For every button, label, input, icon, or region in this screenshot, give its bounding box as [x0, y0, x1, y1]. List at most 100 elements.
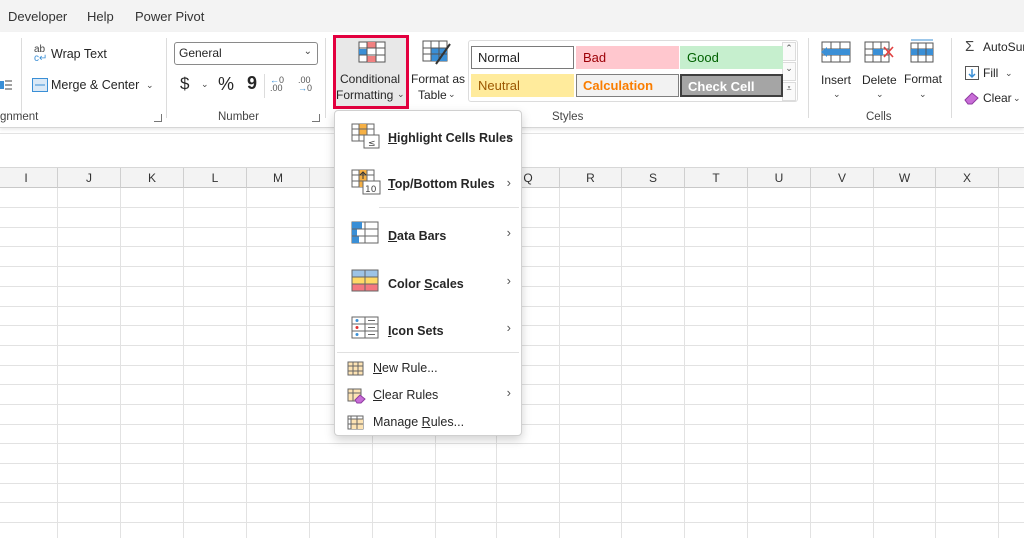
menu-separator [379, 207, 519, 208]
gridline-vertical [935, 188, 936, 538]
insert-cells-icon [821, 41, 851, 63]
gridline-horizontal [0, 502, 1024, 503]
gridline-horizontal [0, 483, 1024, 484]
menu-separator [337, 352, 519, 353]
separator [166, 38, 167, 118]
column-header-v[interactable]: V [811, 168, 874, 188]
gridline-vertical [998, 188, 999, 538]
menu-label: Manage Rules... [373, 415, 465, 429]
number-format-select[interactable]: General ⌄ [174, 42, 318, 65]
autosum-label: AutoSum [983, 40, 1024, 54]
gridline-vertical [309, 188, 310, 538]
menu-item-clear-rules[interactable]: Clear Rules › [335, 383, 521, 409]
clear-button[interactable]: Clear ⌄ [963, 89, 1024, 109]
chevron-right-icon: › [506, 385, 511, 400]
highlight-cells-rules-icon: ≤ [351, 123, 380, 149]
cell-style-good[interactable]: Good [680, 46, 783, 69]
menu-item-color-scales[interactable]: Color Scales › [335, 261, 521, 303]
clear-rules-icon [347, 388, 366, 404]
cell-style-check-cell[interactable]: Check Cell [680, 74, 783, 97]
format-as-table-label-2: Table [418, 88, 447, 102]
column-header-partial[interactable] [999, 168, 1024, 188]
dialog-launcher-icon[interactable] [154, 114, 162, 122]
chevron-down-icon: ⌄ [833, 89, 841, 99]
menu-item-new-rule[interactable]: New Rule... [335, 356, 521, 382]
tab-help[interactable]: Help [87, 9, 114, 24]
fill-button[interactable]: Fill ⌄ [963, 64, 1024, 84]
autosum-button[interactable]: Σ AutoSum [963, 38, 1024, 58]
group-label-number: Number [218, 111, 259, 123]
column-header-m[interactable]: M [247, 168, 310, 188]
delete-cells-icon [864, 41, 894, 63]
chevron-right-icon: › [506, 225, 511, 240]
format-as-table-label-1: Format as [411, 72, 466, 86]
wrap-text-icon: ab c↵ [34, 44, 48, 64]
menu-label: Data Bars [388, 229, 447, 243]
column-header-j[interactable]: J [58, 168, 121, 188]
column-header-r[interactable]: R [560, 168, 622, 188]
menu-item-top-bottom-rules[interactable]: 10 Top/Bottom Rules › [335, 163, 521, 203]
chevron-down-icon: ⌄ [919, 89, 927, 99]
merge-center-button[interactable]: Merge & Center ⌄ [32, 76, 156, 96]
wrap-text-button[interactable]: ab c↵ Wrap Text [32, 45, 112, 65]
format-button[interactable]: Format ⌄ [903, 38, 945, 104]
cell-style-normal[interactable]: Normal [471, 46, 574, 69]
column-header-u[interactable]: U [748, 168, 811, 188]
separator [325, 38, 326, 118]
gridline-vertical [684, 188, 685, 538]
cell-style-bad[interactable]: Bad [576, 46, 679, 69]
gridline-vertical [120, 188, 121, 538]
currency-button[interactable]: $ [180, 74, 189, 94]
menu-item-manage-rules[interactable]: Manage Rules... [335, 410, 521, 436]
chevron-right-icon: › [506, 320, 511, 335]
format-cells-icon [910, 39, 934, 63]
color-scales-icon [351, 269, 379, 292]
conditional-formatting-button[interactable]: Conditional Formatting ⌄ [333, 35, 409, 109]
cell-style-calculation[interactable]: Calculation [576, 74, 679, 97]
tab-power-pivot[interactable]: Power Pivot [135, 9, 204, 24]
delete-button[interactable]: Delete ⌄ [861, 38, 901, 104]
gridline-horizontal [0, 522, 1024, 523]
top-bottom-rules-icon: 10 [351, 169, 381, 195]
format-as-table-button[interactable]: Format as Table ⌄ [410, 38, 466, 104]
manage-rules-icon [347, 415, 364, 430]
gallery-scroll-down-button[interactable]: ⌄ [782, 62, 796, 81]
comma-style-button[interactable]: 9 [247, 73, 257, 94]
menu-label: Icon Sets [388, 324, 444, 338]
menu-item-data-bars[interactable]: Data Bars › [335, 213, 521, 255]
format-as-table-icon [422, 40, 451, 65]
gallery-more-button[interactable]: ⩡ [782, 82, 796, 101]
indent-icon[interactable] [0, 78, 12, 90]
gridline-vertical [621, 188, 622, 538]
conditional-formatting-label-2: Formatting [336, 88, 394, 102]
gridline-vertical [183, 188, 184, 538]
ribbon-tab-bar: Developer Help Power Pivot [0, 0, 1024, 32]
gallery-scroll-up-button[interactable]: ⌃ [782, 42, 796, 61]
insert-button[interactable]: Insert ⌄ [818, 38, 858, 104]
dialog-launcher-icon[interactable] [312, 114, 320, 122]
number-format-value: General [179, 46, 222, 60]
chevron-down-icon[interactable]: ⌄ [201, 79, 209, 90]
new-rule-icon [347, 361, 364, 376]
chevron-down-icon: ⌄ [876, 89, 884, 99]
column-header-t[interactable]: T [685, 168, 748, 188]
gridline-horizontal [0, 443, 1024, 444]
column-header-x[interactable]: X [936, 168, 999, 188]
chevron-down-icon[interactable]: ⌄ [146, 80, 154, 91]
menu-item-icon-sets[interactable]: Icon Sets › [335, 308, 521, 350]
increase-decimal-button[interactable]: ←0.00 [270, 76, 290, 96]
column-header-s[interactable]: S [622, 168, 685, 188]
column-header-i[interactable]: I [0, 168, 58, 188]
column-header-w[interactable]: W [874, 168, 936, 188]
conditional-formatting-label-1: Conditional [340, 72, 401, 86]
decrease-decimal-button[interactable]: .00 →0 [298, 76, 318, 96]
percent-button[interactable]: % [218, 74, 234, 95]
gridline-vertical [747, 188, 748, 538]
tab-developer[interactable]: Developer [8, 9, 67, 24]
column-header-l[interactable]: L [184, 168, 247, 188]
chevron-right-icon: › [506, 129, 511, 144]
menu-item-highlight-cells-rules[interactable]: ≤ Highlight Cells Rules › [335, 117, 521, 157]
cell-style-neutral[interactable]: Neutral [471, 74, 574, 97]
column-header-k[interactable]: K [121, 168, 184, 188]
group-label-cells: Cells [866, 111, 892, 123]
